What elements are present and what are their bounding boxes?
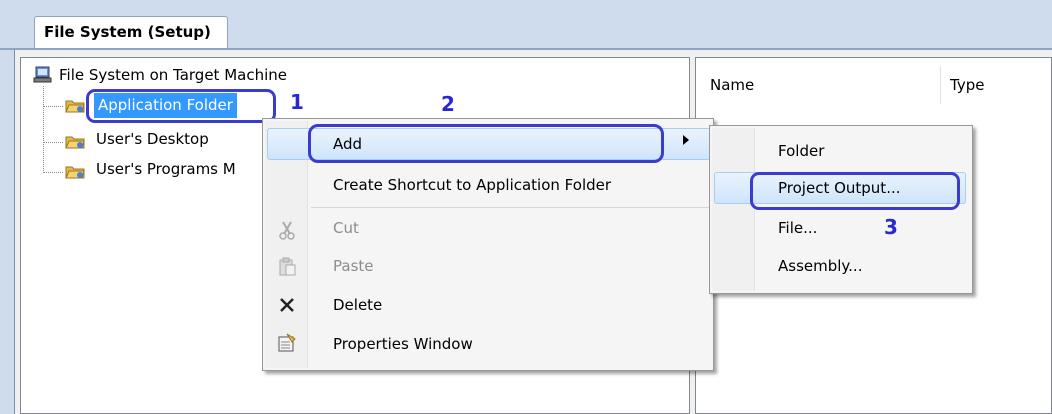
- tree-item-users-desktop[interactable]: User's Desktop: [96, 128, 209, 150]
- menu-item-create-shortcut[interactable]: Create Shortcut to Application Folder: [333, 176, 611, 194]
- properties-icon: [278, 333, 296, 352]
- annotation-number-2: 2: [441, 92, 455, 116]
- column-header-name[interactable]: Name: [710, 76, 754, 94]
- tree-connector: [43, 172, 63, 173]
- tree-connector: [43, 86, 44, 173]
- tab-file-system-setup[interactable]: File System (Setup): [34, 16, 228, 49]
- folder-icon: [65, 100, 85, 113]
- submenu-gutter: [712, 128, 755, 291]
- annotation-number-1: 1: [290, 90, 304, 114]
- tree-root-label[interactable]: File System on Target Machine: [59, 64, 287, 86]
- annotation-oval-3: [750, 172, 960, 210]
- annotation-oval-1: [86, 89, 276, 123]
- submenu-item-assembly[interactable]: Assembly...: [778, 257, 862, 275]
- submenu-item-folder[interactable]: Folder: [778, 142, 824, 160]
- folder-icon: [65, 136, 85, 149]
- clipboard-icon: [279, 257, 296, 276]
- tree-item-users-programs-menu[interactable]: User's Programs M: [96, 158, 236, 180]
- tree-connector: [43, 106, 63, 107]
- column-divider: [940, 66, 941, 104]
- menu-item-cut[interactable]: Cut: [333, 219, 359, 237]
- annotation-oval-2: [308, 124, 664, 163]
- scissors-icon: [279, 221, 295, 240]
- folder-icon: [65, 166, 85, 179]
- menu-separator: [311, 207, 709, 208]
- menu-item-properties-window[interactable]: Properties Window: [333, 335, 473, 353]
- submenu-item-file[interactable]: File...: [778, 219, 817, 237]
- annotation-number-3: 3: [884, 215, 898, 239]
- submenu-arrow-icon: [683, 135, 689, 145]
- tree-connector: [43, 142, 63, 143]
- computer-icon: [33, 66, 52, 83]
- column-header-type[interactable]: Type: [950, 76, 984, 94]
- delete-x-icon: [280, 298, 294, 312]
- menu-item-delete[interactable]: Delete: [333, 296, 382, 314]
- menu-item-paste[interactable]: Paste: [333, 257, 374, 275]
